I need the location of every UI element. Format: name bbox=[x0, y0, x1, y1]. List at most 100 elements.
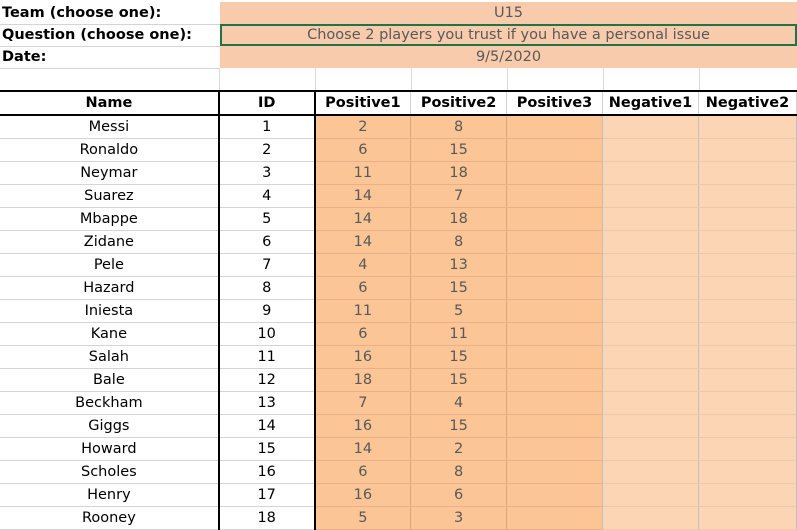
negative2-cell[interactable] bbox=[698, 138, 797, 162]
positive2-cell[interactable]: 15 bbox=[410, 414, 508, 438]
negative1-cell[interactable] bbox=[602, 138, 699, 162]
positive1-cell[interactable]: 2 bbox=[314, 115, 412, 139]
id-cell[interactable]: 4 bbox=[218, 184, 316, 208]
column-header-negative1[interactable]: Negative1 bbox=[602, 90, 699, 116]
name-cell[interactable]: Hazard bbox=[0, 276, 220, 300]
negative2-cell[interactable] bbox=[698, 437, 797, 461]
positive2-cell[interactable]: 5 bbox=[410, 299, 508, 323]
id-cell[interactable]: 11 bbox=[218, 345, 316, 369]
id-cell[interactable]: 6 bbox=[218, 230, 316, 254]
negative1-cell[interactable] bbox=[602, 460, 699, 484]
positive3-cell[interactable] bbox=[506, 207, 603, 231]
positive2-cell[interactable]: 8 bbox=[410, 230, 508, 254]
id-cell[interactable]: 10 bbox=[218, 322, 316, 346]
positive2-cell[interactable]: 15 bbox=[410, 368, 508, 392]
negative1-cell[interactable] bbox=[602, 115, 699, 139]
positive3-cell[interactable] bbox=[506, 230, 603, 254]
negative2-cell[interactable] bbox=[698, 161, 797, 185]
positive2-cell[interactable]: 13 bbox=[410, 253, 508, 277]
positive3-cell[interactable] bbox=[506, 460, 603, 484]
name-cell[interactable]: Giggs bbox=[0, 414, 220, 438]
negative2-cell[interactable] bbox=[698, 253, 797, 277]
negative1-cell[interactable] bbox=[602, 207, 699, 231]
name-cell[interactable]: Mbappe bbox=[0, 207, 220, 231]
id-cell[interactable]: 8 bbox=[218, 276, 316, 300]
name-cell[interactable]: Suarez bbox=[0, 184, 220, 208]
name-cell[interactable]: Beckham bbox=[0, 391, 220, 415]
positive1-cell[interactable]: 14 bbox=[314, 437, 412, 461]
positive3-cell[interactable] bbox=[506, 322, 603, 346]
negative1-cell[interactable] bbox=[602, 391, 699, 415]
negative1-cell[interactable] bbox=[602, 345, 699, 369]
name-cell[interactable]: Bale bbox=[0, 368, 220, 392]
id-cell[interactable]: 2 bbox=[218, 138, 316, 162]
positive1-cell[interactable]: 14 bbox=[314, 184, 412, 208]
negative2-cell[interactable] bbox=[698, 483, 797, 507]
positive3-cell[interactable] bbox=[506, 368, 603, 392]
positive3-cell[interactable] bbox=[506, 414, 603, 438]
positive3-cell[interactable] bbox=[506, 161, 603, 185]
positive3-cell[interactable] bbox=[506, 138, 603, 162]
negative2-cell[interactable] bbox=[698, 184, 797, 208]
positive2-cell[interactable]: 8 bbox=[410, 460, 508, 484]
positive3-cell[interactable] bbox=[506, 276, 603, 300]
name-cell[interactable]: Ronaldo bbox=[0, 138, 220, 162]
positive1-cell[interactable]: 11 bbox=[314, 161, 412, 185]
positive3-cell[interactable] bbox=[506, 437, 603, 461]
name-cell[interactable]: Pele bbox=[0, 253, 220, 277]
name-cell[interactable]: Howard bbox=[0, 437, 220, 461]
name-cell[interactable]: Neymar bbox=[0, 161, 220, 185]
positive2-cell[interactable]: 18 bbox=[410, 161, 508, 185]
positive3-cell[interactable] bbox=[506, 391, 603, 415]
id-cell[interactable]: 1 bbox=[218, 115, 316, 139]
negative2-cell[interactable] bbox=[698, 345, 797, 369]
date-value-cell[interactable]: 9/5/2020 bbox=[220, 46, 797, 68]
name-cell[interactable]: Kane bbox=[0, 322, 220, 346]
negative2-cell[interactable] bbox=[698, 368, 797, 392]
positive2-cell[interactable]: 15 bbox=[410, 138, 508, 162]
negative1-cell[interactable] bbox=[602, 414, 699, 438]
negative1-cell[interactable] bbox=[602, 184, 699, 208]
name-cell[interactable]: Zidane bbox=[0, 230, 220, 254]
column-header-name[interactable]: Name bbox=[0, 90, 220, 116]
positive1-cell[interactable]: 14 bbox=[314, 230, 412, 254]
positive1-cell[interactable]: 11 bbox=[314, 299, 412, 323]
negative2-cell[interactable] bbox=[698, 230, 797, 254]
negative2-cell[interactable] bbox=[698, 207, 797, 231]
id-cell[interactable]: 14 bbox=[218, 414, 316, 438]
negative2-cell[interactable] bbox=[698, 276, 797, 300]
positive3-cell[interactable] bbox=[506, 184, 603, 208]
id-cell[interactable]: 5 bbox=[218, 207, 316, 231]
id-cell[interactable]: 17 bbox=[218, 483, 316, 507]
positive3-cell[interactable] bbox=[506, 483, 603, 507]
id-cell[interactable]: 9 bbox=[218, 299, 316, 323]
positive2-cell[interactable]: 6 bbox=[410, 483, 508, 507]
positive2-cell[interactable]: 11 bbox=[410, 322, 508, 346]
team-value-cell[interactable]: U15 bbox=[220, 2, 797, 24]
negative1-cell[interactable] bbox=[602, 276, 699, 300]
positive1-cell[interactable]: 14 bbox=[314, 207, 412, 231]
id-cell[interactable]: 7 bbox=[218, 253, 316, 277]
name-cell[interactable]: Messi bbox=[0, 115, 220, 139]
positive1-cell[interactable]: 16 bbox=[314, 414, 412, 438]
negative1-cell[interactable] bbox=[602, 483, 699, 507]
positive1-cell[interactable]: 16 bbox=[314, 483, 412, 507]
positive1-cell[interactable]: 4 bbox=[314, 253, 412, 277]
name-cell[interactable]: Scholes bbox=[0, 460, 220, 484]
name-cell[interactable]: Henry bbox=[0, 483, 220, 507]
positive3-cell[interactable] bbox=[506, 253, 603, 277]
positive2-cell[interactable]: 15 bbox=[410, 345, 508, 369]
negative1-cell[interactable] bbox=[602, 437, 699, 461]
positive1-cell[interactable]: 6 bbox=[314, 460, 412, 484]
id-cell[interactable]: 3 bbox=[218, 161, 316, 185]
positive2-cell[interactable]: 2 bbox=[410, 437, 508, 461]
question-value-cell[interactable]: Choose 2 players you trust if you have a… bbox=[220, 24, 797, 46]
column-header-positive1[interactable]: Positive1 bbox=[314, 90, 412, 116]
negative1-cell[interactable] bbox=[602, 253, 699, 277]
id-cell[interactable]: 12 bbox=[218, 368, 316, 392]
positive2-cell[interactable]: 18 bbox=[410, 207, 508, 231]
positive3-cell[interactable] bbox=[506, 115, 603, 139]
name-cell[interactable]: Iniesta bbox=[0, 299, 220, 323]
positive1-cell[interactable]: 6 bbox=[314, 276, 412, 300]
positive1-cell[interactable]: 18 bbox=[314, 368, 412, 392]
